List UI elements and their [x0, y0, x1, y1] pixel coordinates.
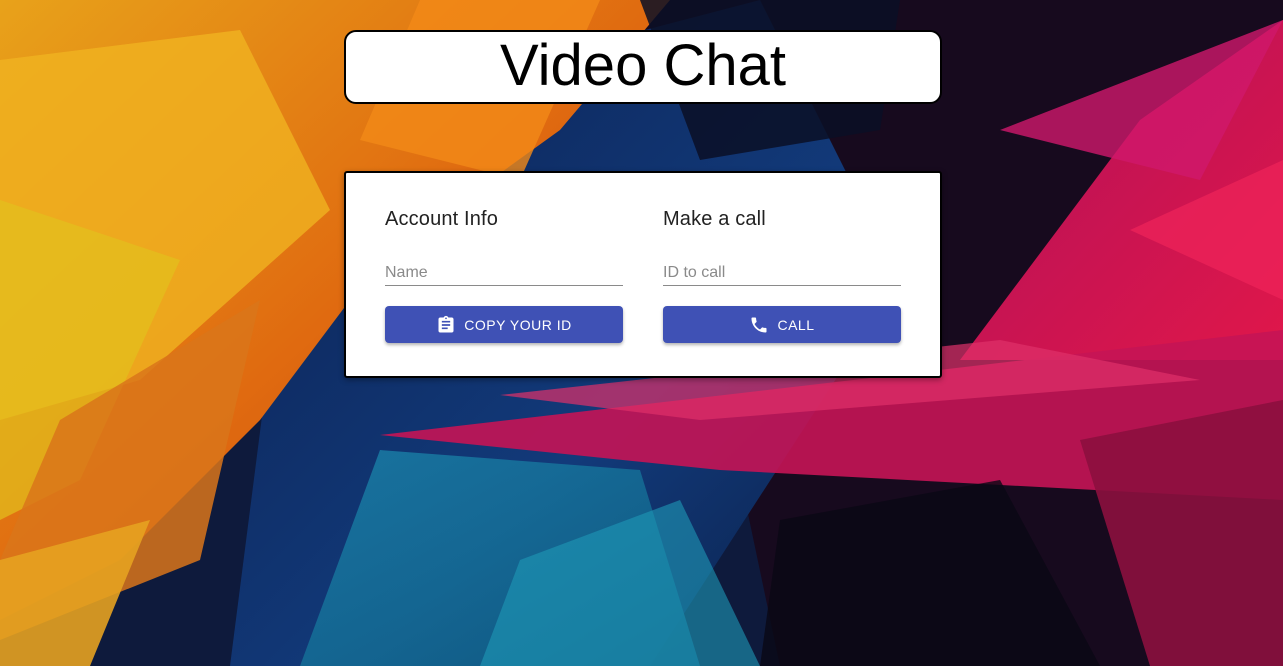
- id-to-call-input[interactable]: [663, 261, 901, 285]
- account-info-heading: Account Info: [385, 208, 498, 230]
- call-button-label: CALL: [777, 316, 815, 333]
- phone-icon: [749, 315, 769, 335]
- page-title: Video Chat: [500, 33, 786, 98]
- main-card: Account Info COPY YOUR ID Make a call CA…: [344, 171, 942, 378]
- clipboard-icon: [436, 315, 456, 335]
- call-button[interactable]: CALL: [663, 306, 901, 343]
- make-call-section: Make a call CALL: [663, 207, 901, 343]
- name-field-wrapper: [385, 261, 623, 286]
- copy-id-button-label: COPY YOUR ID: [464, 316, 572, 333]
- app-title-box: Video Chat: [344, 30, 942, 104]
- account-info-section: Account Info COPY YOUR ID: [385, 207, 623, 343]
- copy-id-button[interactable]: COPY YOUR ID: [385, 306, 623, 343]
- name-input[interactable]: [385, 261, 623, 285]
- make-call-heading: Make a call: [663, 208, 766, 230]
- id-to-call-field-wrapper: [663, 261, 901, 286]
